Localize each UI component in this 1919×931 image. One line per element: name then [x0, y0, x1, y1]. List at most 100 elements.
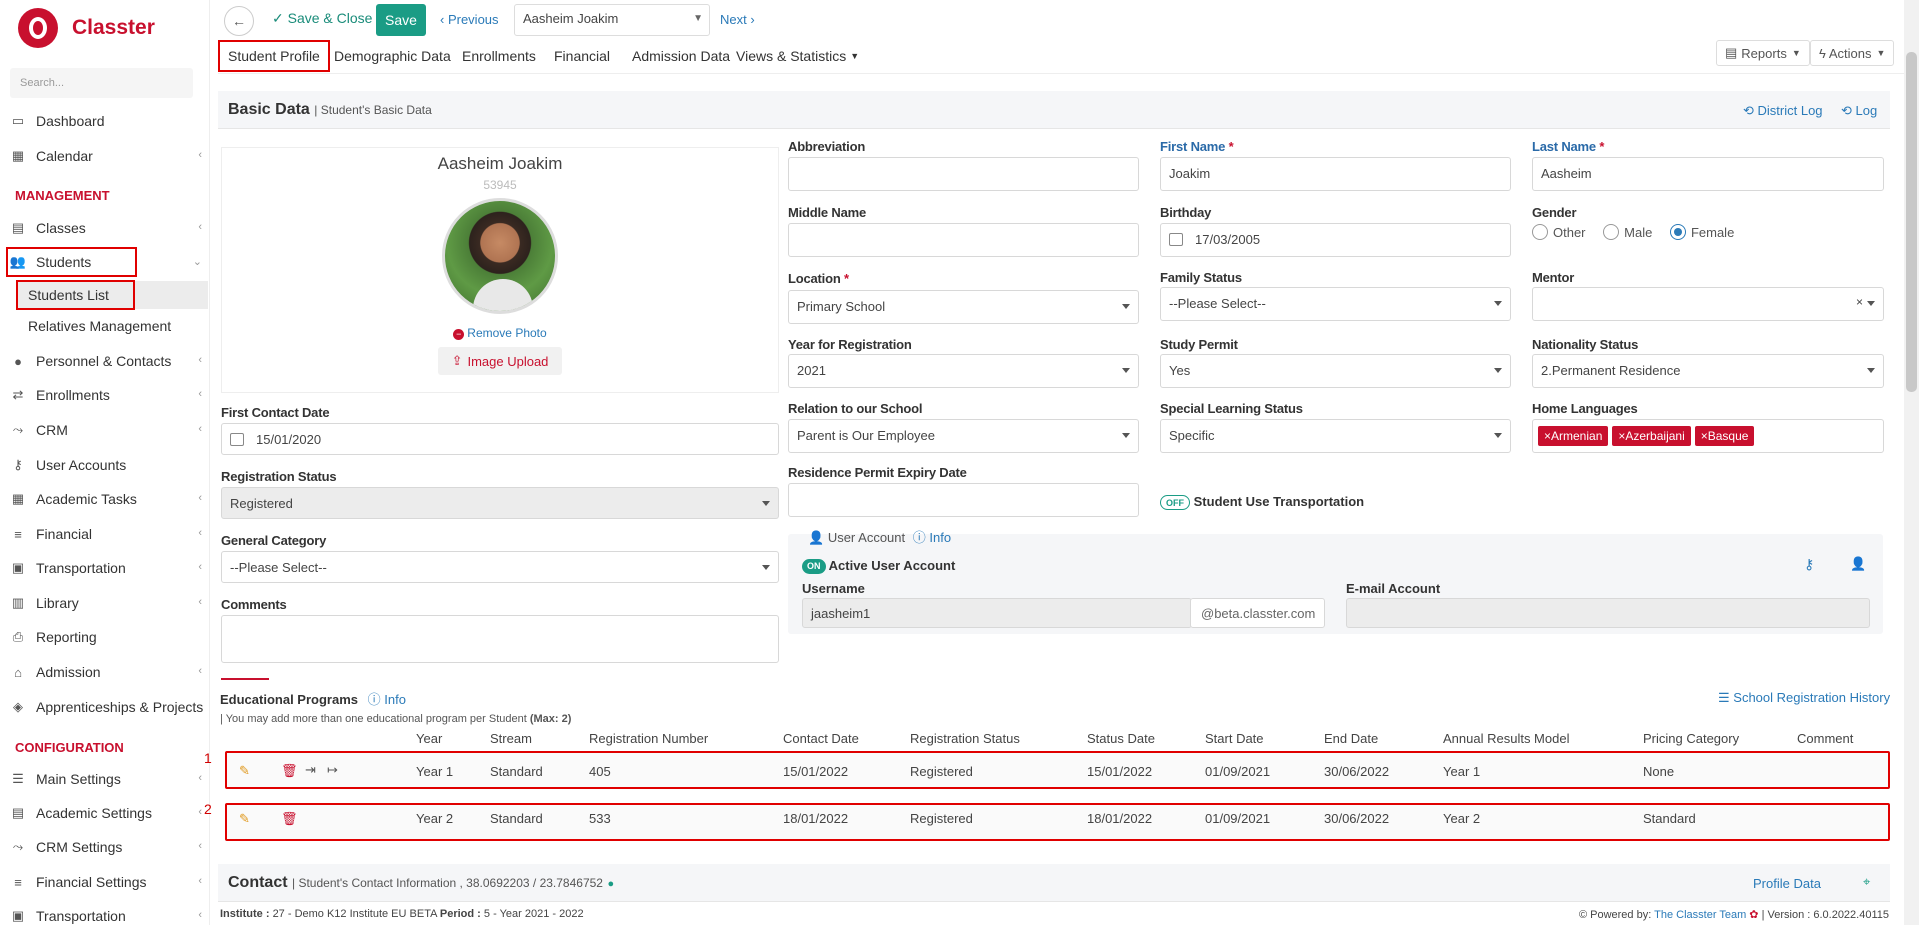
sidebar-item-transportation-settings[interactable]: ▣ Transportation ‹: [0, 901, 210, 931]
next-button[interactable]: Next ›: [720, 12, 755, 27]
cube-icon: ◈: [13, 699, 23, 714]
last-name-input[interactable]: Aasheim: [1532, 157, 1884, 191]
language-tag[interactable]: ×Basque: [1694, 426, 1755, 446]
registration-status-select[interactable]: Registered: [221, 487, 779, 519]
relation-select[interactable]: Parent is Our Employee: [788, 419, 1139, 453]
first-contact-date-input[interactable]: 15/01/2020: [221, 423, 779, 455]
birthday-input[interactable]: 17/03/2005: [1160, 223, 1511, 257]
sidebar-item-financial[interactable]: ≡ Financial ‹: [0, 519, 210, 549]
scrollbar[interactable]: [1904, 0, 1919, 925]
row-number: 2: [204, 801, 212, 817]
gender-other-radio[interactable]: Other: [1532, 224, 1586, 240]
tab-views-statistics[interactable]: Views & Statistics ▼: [728, 40, 867, 72]
student-select[interactable]: Aasheim Joakim ▼: [514, 4, 710, 36]
crm-icon: ⤳: [12, 422, 24, 437]
tab-demographic-data[interactable]: Demographic Data: [326, 40, 459, 72]
clear-icon[interactable]: ×: [1856, 295, 1863, 309]
sign-in-icon[interactable]: ⇥: [305, 762, 316, 778]
year-registration-select[interactable]: 2021: [788, 354, 1139, 388]
log-link[interactable]: ⟲ Log: [1841, 103, 1877, 119]
app-logo[interactable]: Classter: [18, 8, 155, 48]
gender-female-radio[interactable]: Female: [1669, 224, 1734, 240]
user-icon: 👤: [808, 530, 828, 545]
tab-enrollments[interactable]: Enrollments: [454, 40, 544, 72]
sidebar-item-calendar[interactable]: ▦ Calendar ‹: [0, 141, 210, 171]
printer-icon: ⎙: [12, 629, 24, 644]
remove-photo-link[interactable]: − Remove Photo: [222, 326, 778, 340]
gender-male-radio[interactable]: Male: [1603, 224, 1652, 240]
location-select[interactable]: Primary School: [788, 290, 1139, 324]
sidebar-item-classes[interactable]: ▤ Classes ‹: [0, 213, 210, 243]
sidebar-item-user-accounts[interactable]: ⚷ User Accounts: [0, 450, 210, 480]
key-icon[interactable]: ⚷: [1804, 556, 1814, 573]
sidebar-item-relatives[interactable]: Relatives Management: [16, 312, 208, 340]
language-tag[interactable]: ×Azerbaijani: [1612, 426, 1691, 446]
active-account-toggle[interactable]: ON: [802, 559, 826, 575]
edu-info-link[interactable]: ⓘ Info: [368, 692, 406, 707]
sidebar-item-transportation[interactable]: ▣ Transportation ‹: [0, 553, 210, 583]
chevron-left-icon: ‹: [198, 840, 202, 852]
scrollbar-thumb[interactable]: [1906, 52, 1917, 392]
classter-team-link[interactable]: The Classter Team: [1654, 909, 1746, 921]
comments-textarea[interactable]: [221, 615, 779, 663]
caret-down-icon: ▼: [693, 13, 703, 24]
edit-icon[interactable]: ✎: [239, 763, 250, 779]
tab-student-profile[interactable]: Student Profile: [218, 40, 330, 72]
sidebar-item-crm-settings[interactable]: ⤳ CRM Settings ‹: [0, 832, 210, 862]
sidebar-item-students[interactable]: 👥 Students ⌄: [0, 247, 210, 277]
edit-icon[interactable]: ✎: [239, 811, 250, 827]
user-settings-icon[interactable]: 👤: [1850, 556, 1866, 572]
mentor-select[interactable]: ×: [1532, 287, 1884, 321]
active-user-account-row[interactable]: ON Active User Account: [802, 558, 955, 575]
sidebar-item-academic-settings[interactable]: ▤ Academic Settings ‹: [0, 798, 210, 828]
sidebar-item-personnel[interactable]: ● Personnel & Contacts ‹: [0, 346, 210, 376]
sidebar-item-financial-settings[interactable]: ≡ Financial Settings ‹: [0, 867, 210, 897]
sidebar-item-crm[interactable]: ⤳ CRM ‹: [0, 415, 210, 445]
study-permit-select[interactable]: Yes: [1160, 354, 1511, 388]
sidebar-item-academic-tasks[interactable]: ▦ Academic Tasks ‹: [0, 484, 210, 514]
actions-button[interactable]: ϟ Actions ▼: [1810, 40, 1895, 66]
map-icon[interactable]: ⌖: [1863, 874, 1870, 890]
family-status-select[interactable]: --Please Select--: [1160, 287, 1511, 321]
nationality-status-select[interactable]: 2.Permanent Residence: [1532, 354, 1884, 388]
first-name-input[interactable]: Joakim: [1160, 157, 1511, 191]
tab-financial[interactable]: Financial: [546, 40, 618, 72]
sidebar-item-apprenticeships[interactable]: ◈ Apprenticeships & Projects: [0, 692, 210, 722]
sidebar-item-library[interactable]: ▥ Library ‹: [0, 588, 210, 618]
trash-icon[interactable]: 🗑: [281, 763, 298, 779]
email-input[interactable]: [1346, 598, 1870, 628]
school-registration-history-link[interactable]: ☰ School Registration History: [1718, 690, 1890, 706]
sidebar-item-students-list[interactable]: Students List: [16, 280, 208, 310]
image-upload-button[interactable]: ⇪ Image Upload: [438, 347, 562, 375]
sidebar-item-main-settings[interactable]: ☰ Main Settings ‹: [0, 764, 210, 794]
abbreviation-input[interactable]: [788, 157, 1139, 191]
sidebar-item-enrollments[interactable]: ⇄ Enrollments ‹: [0, 380, 210, 410]
transportation-toggle[interactable]: OFF: [1160, 495, 1190, 511]
sign-out-icon[interactable]: ↦: [327, 762, 338, 778]
previous-button[interactable]: ‹ Previous: [440, 12, 499, 27]
col-status-date: Status Date: [1087, 731, 1155, 746]
reports-button[interactable]: ▤ Reports ▼: [1716, 40, 1810, 66]
table-row[interactable]: ✎ 🗑 ⇥ ↦ Year 1 Standard 405 15/01/2022 R…: [225, 751, 1890, 789]
language-tag[interactable]: ×Armenian: [1538, 426, 1609, 446]
sidebar-search-input[interactable]: Search...: [10, 68, 193, 98]
save-close-button[interactable]: ✓ Save & Close: [272, 10, 372, 27]
user-account-info-link[interactable]: ⓘ Info: [913, 530, 951, 545]
transportation-toggle-row[interactable]: OFF Student Use Transportation: [1160, 494, 1364, 511]
sidebar-item-admission[interactable]: ⌂ Admission ‹: [0, 657, 210, 687]
special-learning-select[interactable]: Specific: [1160, 419, 1511, 453]
home-languages-input[interactable]: ×Armenian ×Azerbaijani ×Basque: [1532, 419, 1884, 453]
username-input[interactable]: jaasheim1: [802, 598, 1192, 628]
table-row[interactable]: ✎ 🗑 Year 2 Standard 533 18/01/2022 Regis…: [225, 803, 1890, 841]
general-category-select[interactable]: --Please Select--: [221, 551, 779, 583]
residence-permit-input[interactable]: [788, 483, 1139, 517]
back-button[interactable]: ←: [224, 6, 254, 36]
trash-icon[interactable]: 🗑: [281, 811, 298, 827]
sidebar-item-reporting[interactable]: ⎙ Reporting: [0, 622, 210, 652]
tab-admission-data[interactable]: Admission Data: [624, 40, 738, 72]
profile-data-link[interactable]: Profile Data: [1753, 876, 1821, 891]
district-log-link[interactable]: ⟲ District Log: [1743, 103, 1823, 119]
save-button[interactable]: Save: [376, 4, 426, 36]
middle-name-input[interactable]: [788, 223, 1139, 257]
sidebar-item-dashboard[interactable]: ▭ Dashboard: [0, 106, 210, 136]
